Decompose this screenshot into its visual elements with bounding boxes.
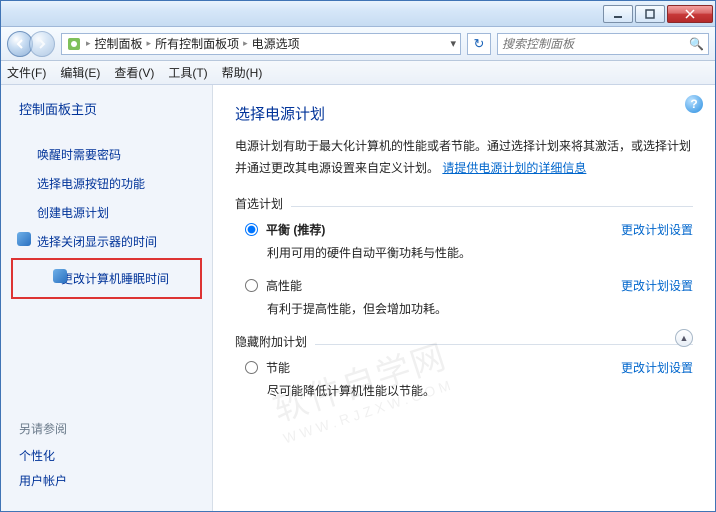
plan-power-saver-radio-label[interactable]: 节能 (245, 359, 290, 376)
minimize-button[interactable] (603, 5, 633, 23)
sidebar-item-sleep[interactable]: 更改计算机睡眠时间 (37, 264, 198, 293)
breadcrumb-1[interactable]: 控制面板 (95, 35, 143, 52)
plan-power-saver-desc: 尽可能降低计算机性能以节能。 (267, 382, 693, 399)
plan-power-saver-change-link[interactable]: 更改计划设置 (621, 359, 693, 376)
control-panel-icon (66, 36, 82, 52)
breadcrumb-3[interactable]: 电源选项 (252, 35, 300, 52)
plan-high-perf-name: 高性能 (266, 277, 302, 294)
chevron-right-icon: ▸ (147, 38, 152, 49)
menu-help[interactable]: 帮助(H) (222, 64, 263, 81)
plan-power-saver: 节能 更改计划设置 尽可能降低计算机性能以节能。 (245, 359, 693, 399)
plan-high-perf: 高性能 更改计划设置 有利于提高性能，但会增加功耗。 (245, 277, 693, 317)
sidebar-item-wake-password[interactable]: 唤醒时需要密码 (1, 140, 212, 169)
menu-tools[interactable]: 工具(T) (168, 64, 207, 81)
search-icon: 🔍 (689, 37, 704, 51)
chevron-right-icon: ▸ (86, 38, 91, 49)
navbar: ▸ 控制面板 ▸ 所有控制面板项 ▸ 电源选项 ▾ ↻ 🔍 (1, 27, 715, 61)
sidebar-link-user-accounts[interactable]: 用户帐户 (19, 468, 194, 493)
page-title: 选择电源计划 (235, 103, 693, 124)
help-icon[interactable]: ? (685, 95, 703, 113)
search-input[interactable] (502, 37, 689, 51)
menu-edit[interactable]: 编辑(E) (60, 64, 100, 81)
close-button[interactable] (667, 5, 713, 23)
sidebar-item-display-off[interactable]: 选择关闭显示器的时间 (1, 227, 212, 256)
menu-view[interactable]: 查看(V) (114, 64, 154, 81)
menubar: 文件(F) 编辑(E) 查看(V) 工具(T) 帮助(H) (1, 61, 715, 85)
plan-power-saver-radio[interactable] (245, 361, 258, 374)
refresh-button[interactable]: ↻ (467, 33, 491, 55)
see-also-label: 另请参阅 (19, 420, 194, 437)
sidebar-item-power-button[interactable]: 选择电源按钮的功能 (1, 169, 212, 198)
content: ? 选择电源计划 电源计划有助于最大化计算机的性能或者节能。通过选择计划来将其激… (213, 85, 715, 511)
plan-balanced-radio[interactable] (245, 223, 258, 236)
sidebar-link-personalize[interactable]: 个性化 (19, 443, 194, 468)
chevron-right-icon: ▸ (243, 38, 248, 49)
plan-high-perf-desc: 有利于提高性能，但会增加功耗。 (267, 300, 693, 317)
search-box[interactable]: 🔍 (497, 33, 709, 55)
plan-high-perf-radio[interactable] (245, 279, 258, 292)
menu-file[interactable]: 文件(F) (7, 64, 46, 81)
plan-balanced-radio-label[interactable]: 平衡 (推荐) (245, 221, 325, 238)
plan-high-perf-change-link[interactable]: 更改计划设置 (621, 277, 693, 294)
preferred-group: 首选计划 平衡 (推荐) 更改计划设置 利用可用的硬件自动平衡功耗与性能。 (235, 195, 693, 317)
chevron-up-icon: ▲ (680, 333, 689, 343)
forward-button[interactable] (29, 31, 55, 57)
plan-high-perf-radio-label[interactable]: 高性能 (245, 277, 302, 294)
sidebar-item-sleep-highlight: 更改计算机睡眠时间 (11, 258, 202, 299)
window: ▸ 控制面板 ▸ 所有控制面板项 ▸ 电源选项 ▾ ↻ 🔍 文件(F) 编辑(E… (1, 1, 715, 511)
titlebar (1, 1, 715, 27)
hidden-label: 隐藏附加计划 (235, 335, 307, 349)
address-bar[interactable]: ▸ 控制面板 ▸ 所有控制面板项 ▸ 电源选项 ▾ (61, 33, 461, 55)
sidebar-bottom: 另请参阅 个性化 用户帐户 (1, 420, 212, 511)
plan-balanced-name: 平衡 (推荐) (266, 221, 325, 238)
dropdown-chevron-icon[interactable]: ▾ (450, 37, 456, 50)
maximize-button[interactable] (635, 5, 665, 23)
hidden-group: 隐藏附加计划 ▲ 节能 更改计划设置 尽可能降低计算机性能以节能。 (235, 333, 693, 399)
plan-balanced-change-link[interactable]: 更改计划设置 (621, 221, 693, 238)
breadcrumb-2[interactable]: 所有控制面板项 (155, 35, 239, 52)
page-description: 电源计划有助于最大化计算机的性能或者节能。通过选择计划来将其激活，或选择计划并通… (235, 136, 693, 179)
sidebar-item-create-plan[interactable]: 创建电源计划 (1, 198, 212, 227)
nav-buttons (7, 31, 55, 57)
sidebar: 控制面板主页 唤醒时需要密码 选择电源按钮的功能 创建电源计划 选择关闭显示器的… (1, 85, 213, 511)
body: 控制面板主页 唤醒时需要密码 选择电源按钮的功能 创建电源计划 选择关闭显示器的… (1, 85, 715, 511)
plan-power-saver-name: 节能 (266, 359, 290, 376)
preferred-label: 首选计划 (235, 197, 283, 211)
plan-balanced: 平衡 (推荐) 更改计划设置 利用可用的硬件自动平衡功耗与性能。 (245, 221, 693, 261)
description-link[interactable]: 请提供电源计划的详细信息 (442, 161, 586, 175)
sidebar-home[interactable]: 控制面板主页 (1, 99, 212, 126)
plan-balanced-desc: 利用可用的硬件自动平衡功耗与性能。 (267, 244, 693, 261)
